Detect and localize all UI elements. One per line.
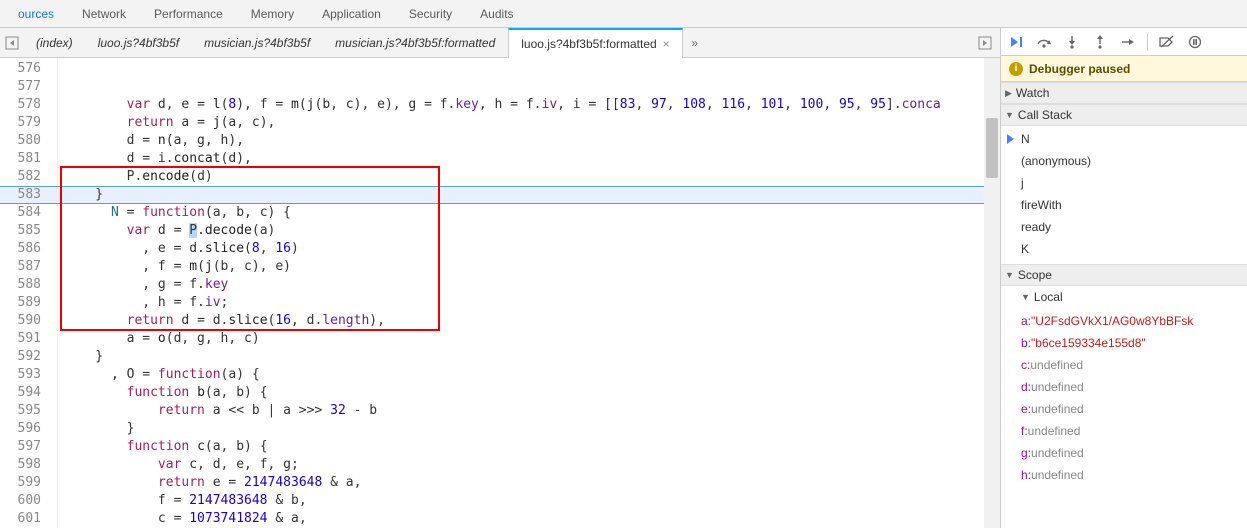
scope-variable[interactable]: a: "U2FsdGVkX1/AG0w8YbBFsk <box>1001 310 1247 332</box>
file-tab[interactable]: musician.js?4bf3b5f:formatted <box>323 28 508 58</box>
line-number-gutter: 5765775785795805815825835845855865875885… <box>0 58 58 528</box>
chevron-down-icon: ▼ <box>1021 292 1030 302</box>
tabs-overflow-icon[interactable]: » <box>683 28 707 58</box>
scope-variable[interactable]: g: undefined <box>1001 442 1247 464</box>
file-tab[interactable]: (index) <box>24 28 86 58</box>
scope-variable[interactable]: h: undefined <box>1001 464 1247 486</box>
chevron-right-icon: ▶ <box>1005 88 1012 99</box>
scope-variable[interactable]: c: undefined <box>1001 354 1247 376</box>
resume-icon[interactable] <box>1007 33 1025 51</box>
code-lines: var d, e = l(8), f = m(j(b, c), e), g = … <box>64 96 1000 528</box>
file-tab-label: luoo.js?4bf3b5f:formatted <box>521 29 656 59</box>
toolbar-separator <box>1147 33 1148 51</box>
call-stack-body: N (anonymous) j fireWith ready K <box>1001 126 1247 264</box>
scope-variable[interactable]: b: "b6ce159334e155d8" <box>1001 332 1247 354</box>
step-over-icon[interactable] <box>1035 33 1053 51</box>
deactivate-breakpoints-icon[interactable] <box>1158 33 1176 51</box>
main-area: (index) luoo.js?4bf3b5f musician.js?4bf3… <box>0 28 1247 528</box>
step-into-icon[interactable] <box>1063 33 1081 51</box>
panel-tab-audits[interactable]: Audits <box>466 0 527 28</box>
scope-variable[interactable]: e: undefined <box>1001 398 1247 420</box>
debugger-sidebar: i Debugger paused ▶ Watch ▼ Call Stack N… <box>1001 28 1247 528</box>
panel-tab-network[interactable]: Network <box>68 0 140 28</box>
call-stack-section-header[interactable]: ▼ Call Stack <box>1001 104 1247 126</box>
chevron-down-icon: ▼ <box>1005 110 1014 120</box>
gutter-lines: 5765775785795805815825835845855865875885… <box>0 60 41 528</box>
panel-tab-application[interactable]: Application <box>308 0 395 28</box>
scope-local-label: Local <box>1034 290 1063 304</box>
editor-pane: (index) luoo.js?4bf3b5f musician.js?4bf3… <box>0 28 1001 528</box>
scope-label: Scope <box>1018 268 1052 282</box>
show-navigator-icon[interactable] <box>0 28 24 58</box>
close-icon[interactable]: × <box>663 29 670 59</box>
call-stack-label: Call Stack <box>1018 108 1072 122</box>
scope-variable[interactable]: f: undefined <box>1001 420 1247 442</box>
panel-tab-security[interactable]: Security <box>395 0 466 28</box>
scope-variable[interactable]: d: undefined <box>1001 376 1247 398</box>
banner-text: Debugger paused <box>1029 62 1130 76</box>
debugger-toolbar <box>1001 28 1247 56</box>
step-icon[interactable] <box>1119 33 1137 51</box>
scope-local-header[interactable]: ▼ Local <box>1001 286 1247 308</box>
pause-on-exceptions-icon[interactable] <box>1186 33 1204 51</box>
stack-frame[interactable]: K <box>1001 238 1247 260</box>
stack-frame[interactable]: N <box>1001 128 1247 150</box>
file-tab-bar: (index) luoo.js?4bf3b5f musician.js?4bf3… <box>0 28 1000 58</box>
stack-frame[interactable]: (anonymous) <box>1001 150 1247 172</box>
devtools-panel-tabs: ources Network Performance Memory Applic… <box>0 0 1247 28</box>
debugger-paused-banner: i Debugger paused <box>1001 56 1247 82</box>
stack-frame[interactable]: fireWith <box>1001 194 1247 216</box>
watch-section-header[interactable]: ▶ Watch <box>1001 82 1247 104</box>
open-external-icon[interactable] <box>970 28 1000 58</box>
stack-frame[interactable]: j <box>1001 172 1247 194</box>
panel-tab-memory[interactable]: Memory <box>237 0 308 28</box>
panel-tab-sources[interactable]: ources <box>4 0 68 28</box>
scope-section-header[interactable]: ▼ Scope <box>1001 264 1247 286</box>
watch-label: Watch <box>1016 86 1050 100</box>
stack-frame[interactable]: ready <box>1001 216 1247 238</box>
info-icon: i <box>1009 62 1023 76</box>
file-tab[interactable]: musician.js?4bf3b5f <box>192 28 323 58</box>
code-editor[interactable]: 5765775785795805815825835845855865875885… <box>0 58 1000 528</box>
panel-tab-performance[interactable]: Performance <box>140 0 237 28</box>
file-tab[interactable]: luoo.js?4bf3b5f <box>86 28 192 58</box>
step-out-icon[interactable] <box>1091 33 1109 51</box>
chevron-down-icon: ▼ <box>1005 270 1014 280</box>
file-tab-active[interactable]: luoo.js?4bf3b5f:formatted × <box>508 28 682 58</box>
code-area[interactable]: var d, e = l(8), f = m(j(b, c), e), g = … <box>58 58 1000 528</box>
scope-body: a: "U2FsdGVkX1/AG0w8YbBFskb: "b6ce159334… <box>1001 308 1247 490</box>
